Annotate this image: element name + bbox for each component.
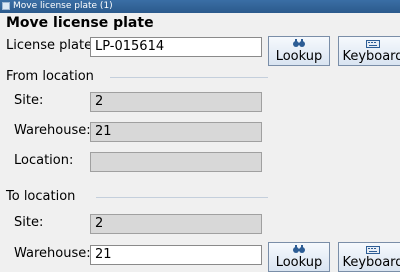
window-title: Move license plate (1) bbox=[13, 1, 113, 11]
keyboard-button-label: Keyboard bbox=[342, 49, 400, 64]
keyboard-button[interactable]: Keyboard bbox=[338, 242, 400, 272]
from-warehouse-label: Warehouse: bbox=[14, 123, 91, 138]
keyboard-icon bbox=[339, 38, 400, 49]
from-location-field bbox=[90, 152, 262, 172]
binoculars-icon bbox=[269, 244, 329, 255]
to-location-title: To location bbox=[6, 189, 76, 204]
license-plate-input[interactable]: LP-015614 bbox=[90, 37, 262, 57]
from-location-title: From location bbox=[6, 69, 94, 84]
from-location-separator bbox=[110, 77, 268, 78]
lookup-button-label: Lookup bbox=[275, 49, 323, 64]
keyboard-button[interactable]: Keyboard bbox=[338, 36, 400, 66]
app-icon bbox=[2, 2, 10, 10]
to-warehouse-input[interactable]: 21 bbox=[90, 245, 262, 265]
to-location-separator bbox=[96, 197, 268, 198]
to-site-label: Site: bbox=[14, 215, 44, 230]
form-heading: Move license plate bbox=[6, 15, 154, 31]
lookup-button-label: Lookup bbox=[275, 255, 323, 270]
from-location-label: Location: bbox=[14, 153, 74, 168]
window-titlebar: Move license plate (1) bbox=[0, 0, 400, 13]
to-site-field: 2 bbox=[90, 214, 262, 234]
keyboard-icon bbox=[339, 244, 400, 255]
lookup-button[interactable]: Lookup bbox=[268, 36, 330, 66]
from-warehouse-field: 21 bbox=[90, 122, 262, 142]
keyboard-button-label: Keyboard bbox=[342, 255, 400, 270]
to-warehouse-label: Warehouse: bbox=[14, 246, 91, 261]
from-site-field: 2 bbox=[90, 92, 262, 112]
lookup-button[interactable]: Lookup bbox=[268, 242, 330, 272]
license-plate-label: License plate: bbox=[6, 38, 97, 53]
binoculars-icon bbox=[269, 38, 329, 49]
from-site-label: Site: bbox=[14, 93, 44, 108]
